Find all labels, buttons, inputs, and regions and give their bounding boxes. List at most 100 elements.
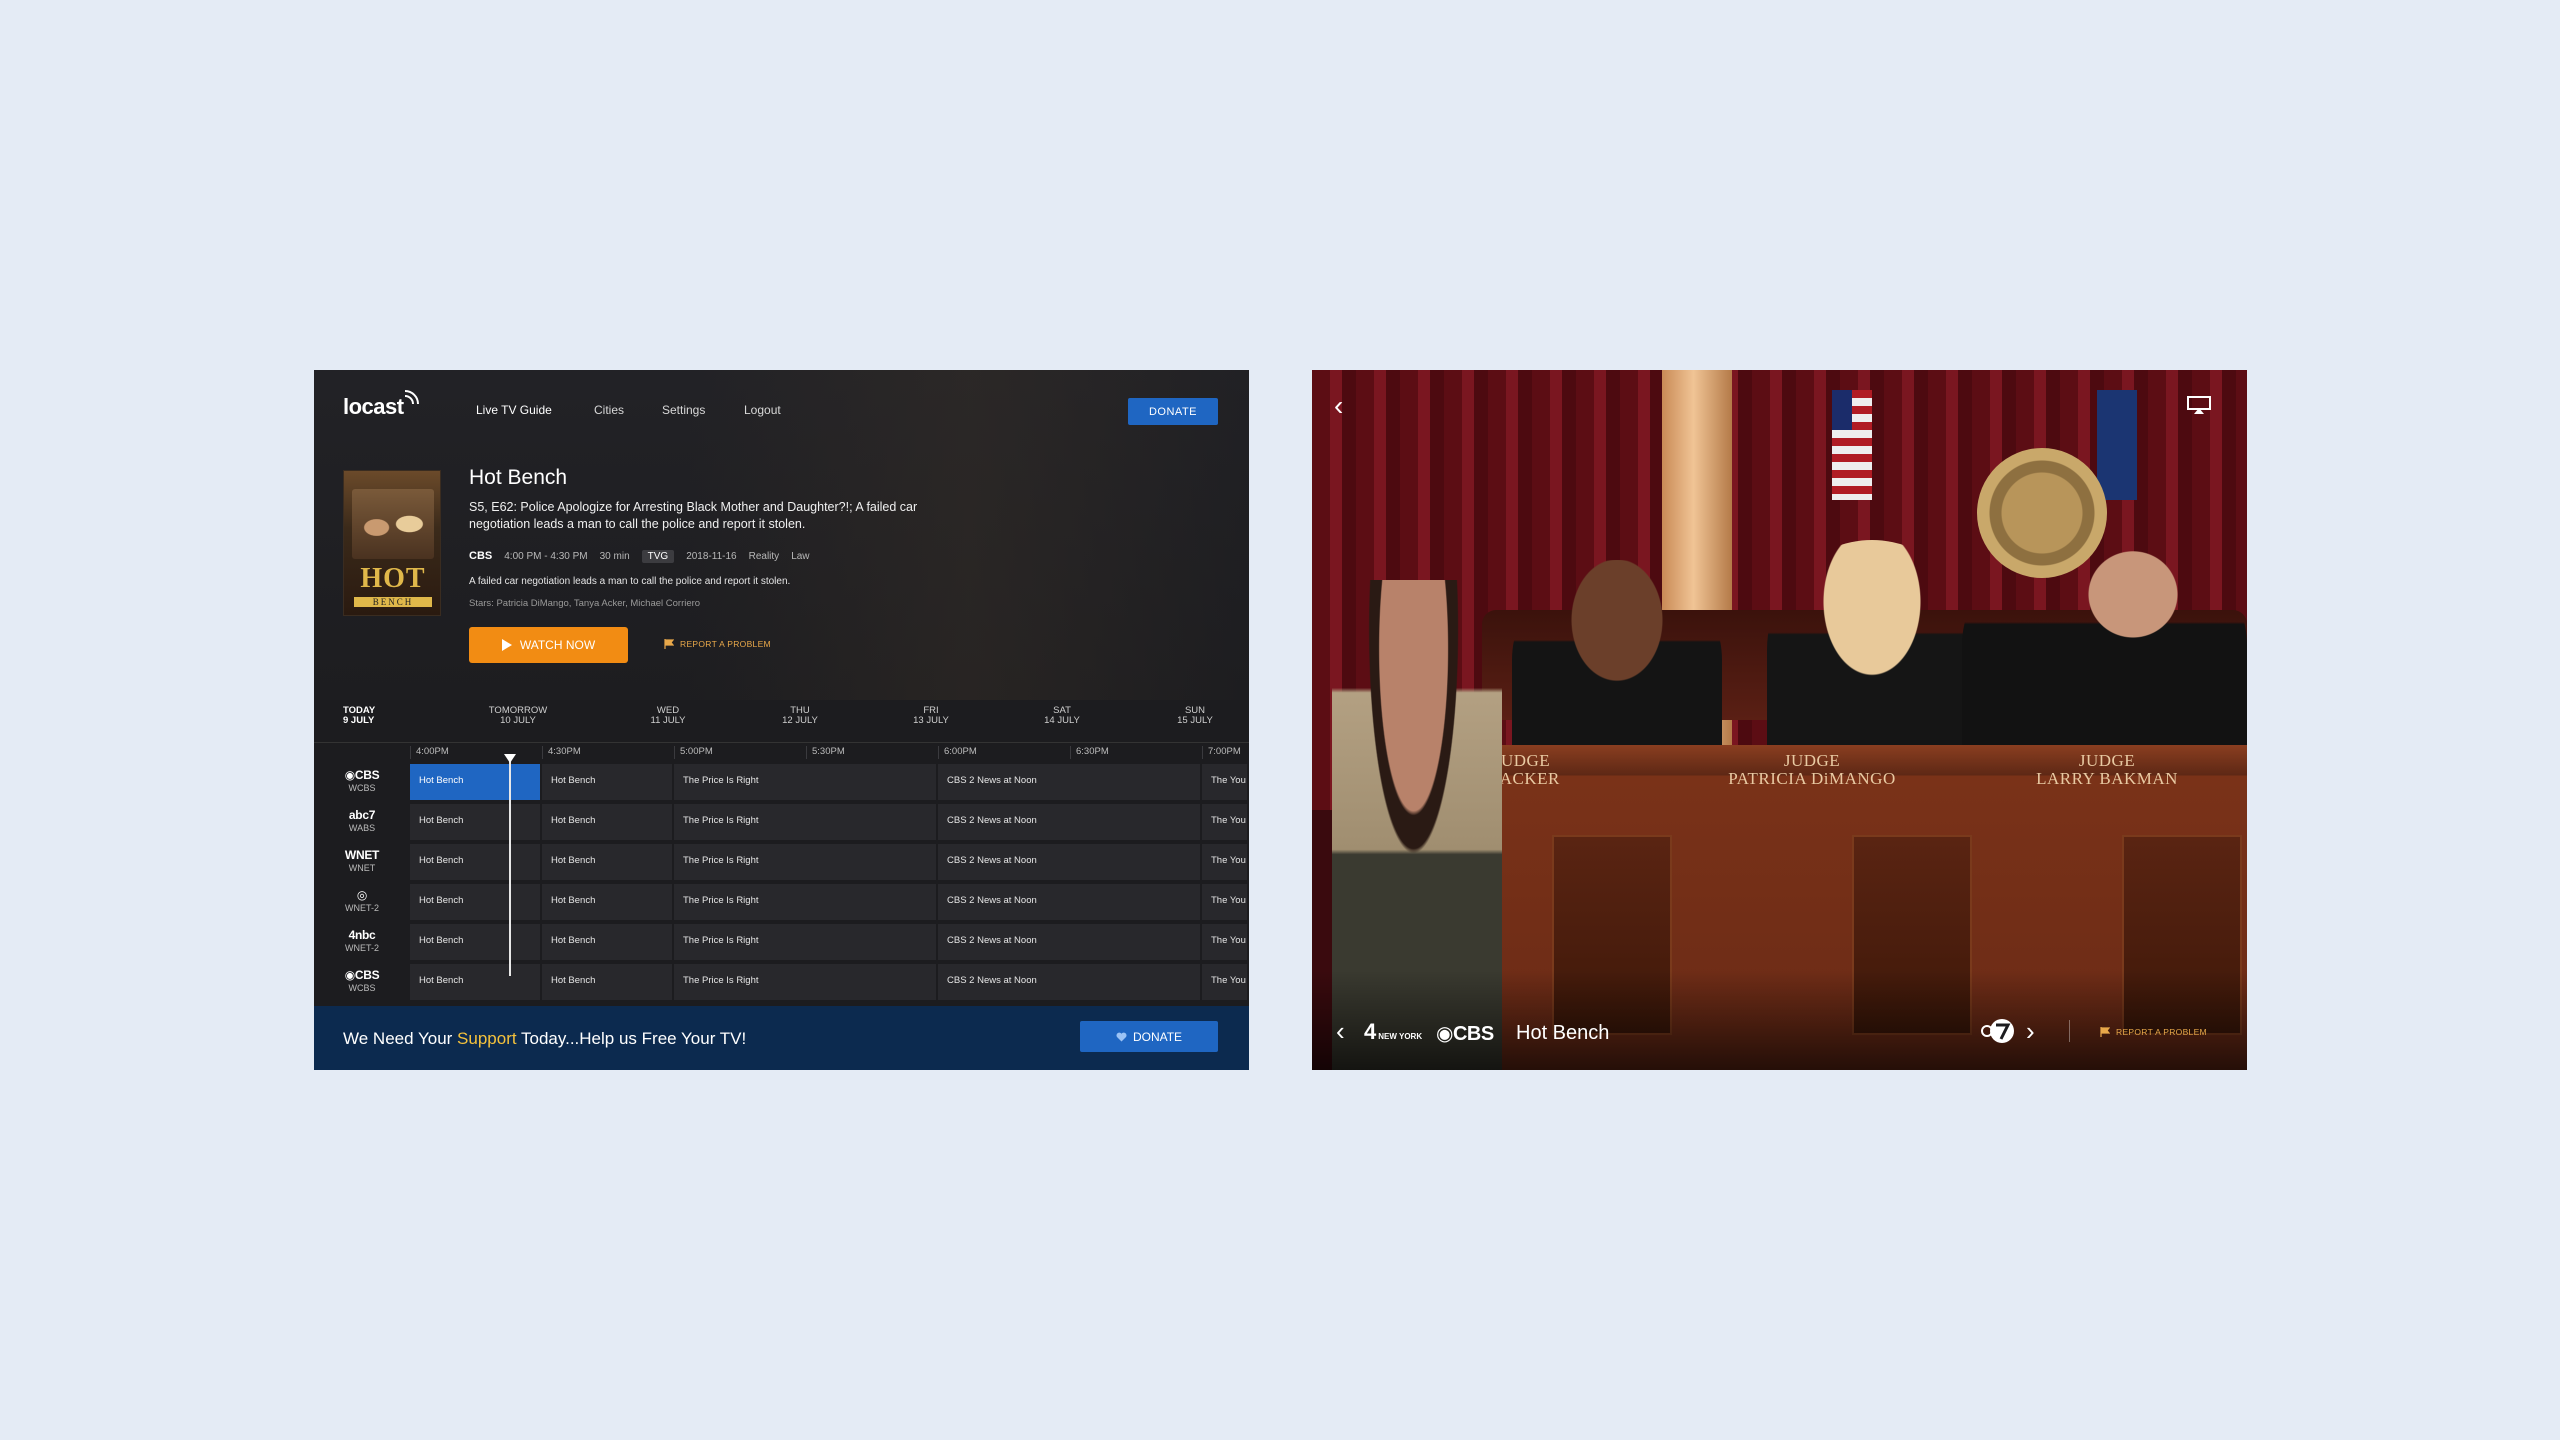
program-cell[interactable]: Hot Bench bbox=[542, 964, 674, 1000]
channel-row: WNET WNET Hot Bench Hot Bench The Price I… bbox=[314, 842, 1249, 880]
program-cell[interactable]: Hot Bench bbox=[410, 924, 542, 960]
program-cell[interactable]: The You bbox=[1202, 804, 1249, 840]
time-slot-label: 7:00PM bbox=[1202, 746, 1241, 759]
channel-row: ◉CBS WCBS Hot Bench Hot Bench The Price I… bbox=[314, 962, 1249, 1000]
time-slot-label: 5:00PM bbox=[674, 746, 713, 759]
video-frame-nameplate: JUDGE PATRICIA DiMANGO bbox=[1728, 751, 1896, 788]
video-frame-flag bbox=[1832, 390, 1872, 500]
channel-logo: abc7 bbox=[348, 808, 376, 822]
report-problem-label: REPORT A PROBLEM bbox=[680, 639, 771, 649]
channel-cell[interactable]: abc7 WABS bbox=[314, 802, 410, 840]
program-cell[interactable]: CBS 2 News at Noon bbox=[938, 844, 1202, 880]
banner-message: We Need Your Support Today...Help us Fre… bbox=[343, 1029, 747, 1048]
channel-logo: WNET bbox=[344, 848, 380, 862]
report-problem-link[interactable]: REPORT A PROBLEM bbox=[664, 639, 771, 649]
program-cell[interactable]: Hot Bench bbox=[410, 964, 542, 1000]
now-playing-title: Hot Bench bbox=[1516, 1022, 1610, 1044]
channel-row: abc7 WABS Hot Bench Hot Bench The Price I… bbox=[314, 802, 1249, 840]
nav-live-tv-guide[interactable]: Live TV Guide bbox=[476, 403, 552, 417]
channel-cell[interactable]: ◉CBS WCBS bbox=[314, 962, 410, 1000]
donate-button[interactable]: DONATE bbox=[1128, 398, 1218, 425]
watch-now-button[interactable]: WATCH NOW bbox=[469, 627, 628, 663]
previous-channel-icon[interactable]: ‹ bbox=[1336, 1018, 1345, 1044]
channel-cell[interactable]: ◉CBS WCBS bbox=[314, 762, 410, 800]
time-slot-label: 5:30PM bbox=[806, 746, 845, 759]
current-time-marker-icon bbox=[504, 754, 516, 763]
program-cell[interactable]: CBS 2 News at Noon bbox=[938, 884, 1202, 920]
program-cell[interactable]: Hot Bench bbox=[542, 804, 674, 840]
day-tab-sat[interactable]: SAT 14 JULY bbox=[1012, 706, 1112, 726]
program-cell[interactable]: Hot Bench bbox=[410, 884, 542, 920]
day-tab-wed[interactable]: WED 11 JULY bbox=[618, 706, 718, 726]
rating-badge: TVG bbox=[641, 549, 675, 563]
time-slot-label: 4:30PM bbox=[542, 746, 581, 759]
program-cell[interactable]: Hot Bench bbox=[542, 884, 674, 920]
channel-row: ◉CBS WCBS Hot Bench Hot Bench The Price I… bbox=[314, 762, 1249, 800]
channel-logo: ◉CBS bbox=[344, 768, 380, 782]
channel-row: 4nbc WNET-2 Hot Bench Hot Bench The Price… bbox=[314, 922, 1249, 960]
program-cell[interactable]: Hot Bench bbox=[410, 844, 542, 880]
broadcast-icon bbox=[404, 390, 419, 405]
program-cell[interactable]: The Price Is Right bbox=[674, 844, 938, 880]
program-cell[interactable]: Hot Bench bbox=[542, 844, 674, 880]
channel-cell[interactable]: 4nbc WNET-2 bbox=[314, 922, 410, 960]
program-grid: ◉CBS WCBS Hot Bench Hot Bench The Price I… bbox=[314, 762, 1249, 1000]
program-cell[interactable]: The Price Is Right bbox=[674, 924, 938, 960]
episode-summary: S5, E62: Police Apologize for Arresting … bbox=[469, 500, 918, 531]
program-cell[interactable]: CBS 2 News at Noon bbox=[938, 804, 1202, 840]
channel-row: ◎ WNET-2 Hot Bench Hot Bench The Price Is… bbox=[314, 882, 1249, 920]
program-cell[interactable]: The Price Is Right bbox=[674, 804, 938, 840]
donation-banner: We Need Your Support Today...Help us Fre… bbox=[314, 1006, 1249, 1070]
previous-channel-logo[interactable]: 4 NEW YORK bbox=[1364, 1019, 1422, 1045]
program-cell[interactable]: CBS 2 News at Noon bbox=[938, 924, 1202, 960]
program-cell[interactable]: The You bbox=[1202, 924, 1249, 960]
next-channel-icon[interactable]: › bbox=[2026, 1018, 2035, 1044]
poster-logo-subtitle: BENCH bbox=[354, 597, 432, 607]
channel-callsign: WCBS bbox=[348, 783, 376, 793]
day-tab-fri[interactable]: FRI 13 JULY bbox=[881, 706, 981, 726]
report-problem-link[interactable]: REPORT A PROBLEM bbox=[2100, 1027, 2207, 1037]
channel-logo: 4nbc bbox=[348, 928, 376, 942]
top-navigation: locast Live TV Guide Cities Settings Log… bbox=[314, 370, 1249, 450]
program-cell[interactable]: The Price Is Right bbox=[674, 884, 938, 920]
channel-cell[interactable]: ◎ WNET-2 bbox=[314, 882, 410, 920]
time-slot-label: 6:00PM bbox=[938, 746, 977, 759]
program-cell[interactable]: Hot Bench bbox=[542, 764, 674, 800]
nav-cities[interactable]: Cities bbox=[594, 403, 624, 417]
show-duration: 30 min bbox=[599, 550, 630, 562]
airplay-icon[interactable] bbox=[2187, 396, 2211, 414]
program-cell[interactable]: The Price Is Right bbox=[674, 764, 938, 800]
day-tab-tomorrow[interactable]: TOMORROW 10 JULY bbox=[468, 706, 568, 726]
program-cell[interactable]: The Price Is Right bbox=[674, 964, 938, 1000]
channel-callsign: WNET-2 bbox=[344, 903, 379, 913]
program-cell[interactable]: CBS 2 News at Noon bbox=[938, 764, 1202, 800]
program-cell[interactable]: Hot Bench bbox=[410, 804, 542, 840]
program-cell[interactable]: The You bbox=[1202, 764, 1249, 800]
channel-cell[interactable]: WNET WNET bbox=[314, 842, 410, 880]
day-tab-sun[interactable]: SUN 15 JULY bbox=[1145, 706, 1245, 726]
show-meta: CBS 4:00 PM - 4:30 PM 30 min TVG 2018-11… bbox=[469, 548, 810, 564]
nav-settings[interactable]: Settings bbox=[662, 403, 705, 417]
program-cell[interactable]: Hot Bench bbox=[542, 924, 674, 960]
day-selector: TODAY 9 JULY TOMORROW 10 JULY WED 11 JULY T… bbox=[314, 706, 1249, 736]
day-tab-today[interactable]: TODAY 9 JULY bbox=[343, 706, 443, 726]
program-cell[interactable]: CBS 2 News at Noon bbox=[938, 964, 1202, 1000]
back-icon[interactable]: ‹ bbox=[1334, 392, 1343, 420]
day-tab-thu[interactable]: THU 12 JULY bbox=[750, 706, 850, 726]
flag-icon bbox=[664, 639, 674, 649]
nav-logout[interactable]: Logout bbox=[744, 403, 781, 417]
program-cell[interactable]: The You bbox=[1202, 964, 1249, 1000]
show-title: Hot Bench bbox=[469, 466, 568, 489]
video-frame-flag bbox=[2097, 390, 2137, 500]
controls-divider bbox=[2069, 1020, 2070, 1042]
next-channel-logo-icon[interactable] bbox=[1980, 1018, 2016, 1044]
watch-now-label: WATCH NOW bbox=[519, 638, 596, 652]
program-cell[interactable]: Hot Bench bbox=[410, 764, 542, 800]
heart-icon bbox=[1116, 1032, 1127, 1041]
current-channel-logo: ◉CBS bbox=[1436, 1023, 1494, 1045]
program-cell[interactable]: The You bbox=[1202, 884, 1249, 920]
program-cell[interactable]: The You bbox=[1202, 844, 1249, 880]
poster-image bbox=[352, 489, 434, 559]
banner-donate-button[interactable]: DONATE bbox=[1080, 1021, 1218, 1052]
locast-logo[interactable]: locast bbox=[343, 394, 404, 420]
